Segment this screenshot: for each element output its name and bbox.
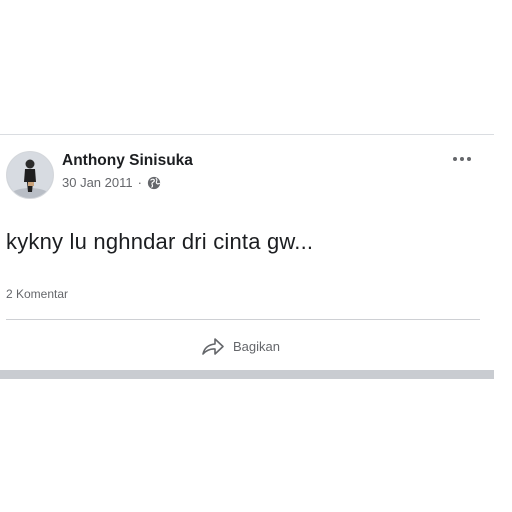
post-separator-bar bbox=[0, 370, 494, 379]
more-dot-icon bbox=[453, 157, 457, 161]
more-dot-icon bbox=[460, 157, 464, 161]
divider bbox=[6, 319, 480, 320]
meta-separator: · bbox=[137, 175, 142, 190]
more-dot-icon bbox=[467, 157, 471, 161]
globe-icon bbox=[147, 176, 161, 189]
comments-count[interactable]: 2 Komentar bbox=[6, 287, 68, 301]
avatar[interactable] bbox=[6, 151, 54, 199]
post-card: Anthony Sinisuka 30 Jan 2011 · kykny lu … bbox=[0, 134, 494, 380]
share-button[interactable]: Bagikan bbox=[200, 333, 280, 359]
author-name[interactable]: Anthony Sinisuka bbox=[62, 152, 193, 170]
more-options-button[interactable] bbox=[449, 149, 475, 169]
post-meta: 30 Jan 2011 · bbox=[62, 175, 161, 190]
avatar-photo bbox=[7, 152, 53, 198]
post-date[interactable]: 30 Jan 2011 bbox=[62, 175, 133, 190]
share-icon bbox=[202, 338, 224, 355]
post-text: kykny lu nghndar dri cinta gw... bbox=[6, 229, 314, 254]
share-label: Bagikan bbox=[233, 338, 280, 354]
